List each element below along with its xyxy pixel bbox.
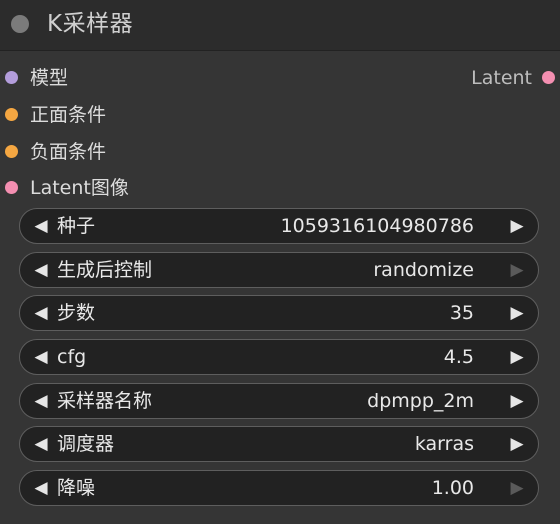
triangle-left-icon[interactable]: ◀ [30, 471, 52, 505]
widget-control-after-generate[interactable]: ◀ 生成后控制 randomize ▶ [19, 252, 539, 288]
node-header[interactable]: K采样器 [0, 0, 560, 51]
widget-denoise[interactable]: ◀ 降噪 1.00 ▶ [19, 470, 539, 506]
triangle-right-icon[interactable]: ▶ [506, 209, 528, 243]
latent-connector-icon[interactable] [5, 181, 18, 194]
triangle-left-icon[interactable]: ◀ [30, 340, 52, 374]
widget-scheduler[interactable]: ◀ 调度器 karras ▶ [19, 426, 539, 462]
widget-value[interactable]: 4.5 [444, 340, 474, 374]
triangle-right-icon[interactable]: ▶ [506, 471, 528, 505]
widget-steps[interactable]: ◀ 步数 35 ▶ [19, 295, 539, 331]
widget-label: 采样器名称 [57, 390, 153, 412]
widget-value[interactable]: 1.00 [432, 471, 474, 505]
triangle-left-icon[interactable]: ◀ [30, 427, 52, 461]
widget-cfg[interactable]: ◀ cfg 4.5 ▶ [19, 339, 539, 375]
ksampler-node: K采样器 模型 正面条件 负面条件 Latent图像 Latent ◀ 种子 1… [0, 0, 560, 524]
input-slot-label: 模型 [30, 67, 69, 89]
widget-seed[interactable]: ◀ 种子 1059316104980786 ▶ [19, 208, 539, 244]
widget-value[interactable]: dpmpp_2m [367, 384, 474, 418]
output-slot-label: Latent [471, 67, 532, 89]
model-connector-icon[interactable] [5, 71, 18, 84]
conditioning-connector-icon[interactable] [5, 108, 18, 121]
widget-label: 生成后控制 [57, 259, 153, 281]
input-slot-label: 正面条件 [30, 104, 107, 126]
widget-sampler-name[interactable]: ◀ 采样器名称 dpmpp_2m ▶ [19, 383, 539, 419]
triangle-left-icon[interactable]: ◀ [30, 253, 52, 287]
triangle-right-icon[interactable]: ▶ [506, 296, 528, 330]
collapse-toggle-icon[interactable] [11, 15, 29, 33]
output-slot-latent[interactable]: Latent [360, 66, 560, 90]
input-slot-label: Latent图像 [30, 177, 129, 199]
conditioning-connector-icon[interactable] [5, 145, 18, 158]
triangle-right-icon[interactable]: ▶ [506, 253, 528, 287]
triangle-left-icon[interactable]: ◀ [30, 296, 52, 330]
triangle-left-icon[interactable]: ◀ [30, 209, 52, 243]
widget-label: 步数 [57, 302, 96, 324]
latent-output-connector-icon[interactable] [542, 71, 555, 84]
widget-label: 调度器 [57, 433, 115, 455]
widget-value[interactable]: karras [415, 427, 474, 461]
triangle-right-icon[interactable]: ▶ [506, 427, 528, 461]
triangle-right-icon[interactable]: ▶ [506, 384, 528, 418]
widget-label: 种子 [57, 215, 96, 237]
triangle-left-icon[interactable]: ◀ [30, 384, 52, 418]
input-slot-label: 负面条件 [30, 141, 107, 163]
triangle-right-icon[interactable]: ▶ [506, 340, 528, 374]
widget-value[interactable]: 1059316104980786 [281, 209, 474, 243]
widget-value[interactable]: randomize [373, 253, 474, 287]
widget-label: cfg [57, 346, 87, 368]
widget-value[interactable]: 35 [450, 296, 474, 330]
widget-label: 降噪 [57, 477, 96, 499]
node-title: K采样器 [47, 11, 134, 37]
